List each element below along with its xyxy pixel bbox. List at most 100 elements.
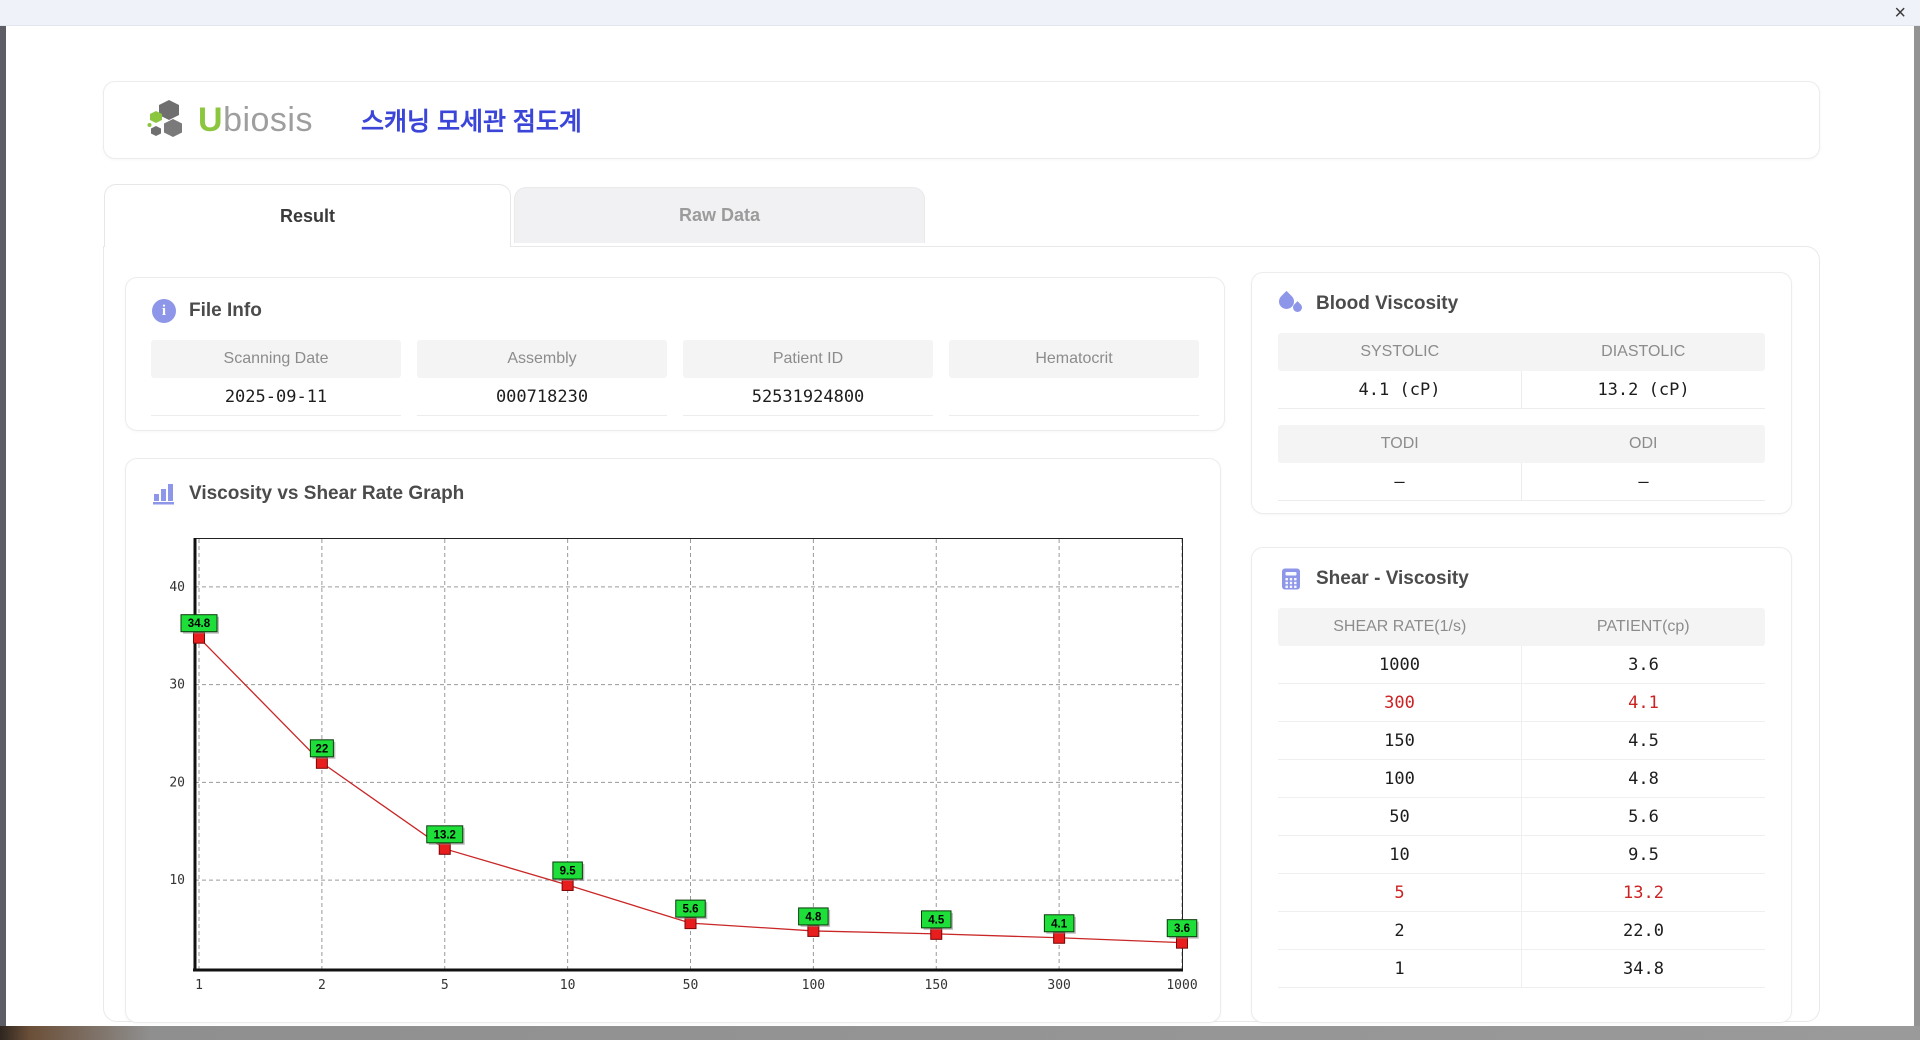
shear-table: SHEAR RATE(1/s) PATIENT(cp) 1000 3.6 300 4.… [1278, 608, 1765, 988]
patient-cp-cell: 4.1 [1628, 692, 1659, 713]
info-icon: i [151, 298, 177, 324]
file-info-title: File Info [189, 300, 262, 321]
water-drops-icon [1275, 290, 1304, 317]
file-info-fields: Scanning Date 2025-09-11 Assembly 000718230… [151, 340, 1199, 416]
app-window: × Ubiosis 스캐닝 모세관 점도계 Result Raw Data i … [0, 0, 1920, 1040]
shear-table-row: 2 22.0 [1278, 912, 1765, 950]
metric-header: SYSTOLIC [1360, 343, 1440, 360]
blood-viscosity-card: Blood Viscosity SYSTOLIC DIASTOLIC 4.1 (cP… [1251, 272, 1792, 514]
svg-text:150: 150 [925, 978, 948, 993]
patient-cp-cell: 3.6 [1628, 654, 1659, 675]
field-label: Hematocrit [949, 340, 1199, 378]
window-bottom-edge [0, 1026, 1920, 1040]
shear-rate-cell: 10 [1278, 836, 1522, 873]
blood-viscosity-title: Blood Viscosity [1316, 293, 1459, 314]
file-info-card: i File Info Scanning Date 2025-09-11 Assem… [125, 277, 1225, 431]
graph-title: Viscosity vs Shear Rate Graph [189, 483, 465, 504]
shear-table-header: SHEAR RATE(1/s) PATIENT(cp) [1278, 608, 1765, 646]
bar-chart-icon [151, 481, 177, 507]
shear-rate-cell: 1000 [1278, 646, 1522, 683]
patient-cp-cell: 22.0 [1623, 920, 1664, 941]
svg-text:9.5: 9.5 [560, 865, 577, 877]
shear-rate-cell: 50 [1278, 798, 1522, 835]
svg-text:1: 1 [195, 978, 203, 993]
window-left-edge [0, 16, 6, 1026]
svg-text:5: 5 [441, 978, 449, 993]
close-icon[interactable]: × [1894, 1, 1906, 25]
svg-text:13.2: 13.2 [434, 829, 456, 841]
file-info-field: Assembly 000718230 [417, 340, 667, 416]
svg-text:10: 10 [169, 873, 185, 888]
shear-table-row: 1 34.8 [1278, 950, 1765, 988]
metric-value: 4.1 (cP) [1278, 371, 1522, 408]
field-label: Patient ID [683, 340, 933, 378]
shear-table-row: 5 13.2 [1278, 874, 1765, 912]
blood-viscosity-tables: SYSTOLIC DIASTOLIC 4.1 (cP) 13.2 (cP) TODI OD… [1278, 333, 1765, 501]
field-label: Assembly [417, 340, 667, 378]
svg-text:4.8: 4.8 [805, 911, 822, 923]
svg-text:2: 2 [318, 978, 326, 993]
window-right-edge [1914, 26, 1920, 1026]
viscosity-chart: 1 2 5 10 50 100 150 300 1000 10 20 30 40 34.8 22 13.2 9.… [169, 538, 1199, 993]
shear-rate-cell: 1 [1278, 950, 1522, 987]
svg-text:10: 10 [560, 978, 576, 993]
field-value [949, 378, 1199, 416]
file-info-field: Scanning Date 2025-09-11 [151, 340, 401, 416]
graph-card: Viscosity vs Shear Rate Graph 1 2 5 10 50 100… [125, 458, 1221, 1023]
hexagon-cluster-icon [147, 100, 182, 137]
shear-rate-cell: 150 [1278, 722, 1522, 759]
svg-text:4.5: 4.5 [928, 914, 945, 926]
file-info-field: Patient ID 52531924800 [683, 340, 933, 416]
svg-text:20: 20 [169, 775, 185, 790]
svg-text:3.6: 3.6 [1174, 923, 1190, 935]
shear-rate-cell: 300 [1278, 684, 1522, 721]
shear-table-row: 50 5.6 [1278, 798, 1765, 836]
svg-text:50: 50 [683, 978, 699, 993]
blood-viscosity-table: TODI ODI – – [1278, 425, 1765, 501]
metric-header: ODI [1629, 435, 1658, 452]
metric-header: DIASTOLIC [1601, 343, 1686, 360]
svg-text:1000: 1000 [1166, 978, 1197, 993]
shear-col-header: SHEAR RATE(1/s) [1333, 618, 1467, 635]
patient-cp-cell: 4.8 [1628, 768, 1659, 789]
tab-result[interactable]: Result [104, 184, 511, 247]
metric-value: – [1278, 463, 1522, 500]
tab-raw-data[interactable]: Raw Data [514, 187, 925, 243]
patient-cp-cell: 9.5 [1628, 844, 1659, 865]
shear-viscosity-card: Shear - Viscosity SHEAR RATE(1/s) PATIEN… [1251, 547, 1792, 1023]
blood-viscosity-table: SYSTOLIC DIASTOLIC 4.1 (cP) 13.2 (cP) [1278, 333, 1765, 409]
svg-text:30: 30 [169, 678, 185, 693]
shear-rate-cell: 100 [1278, 760, 1522, 797]
shear-rate-cell: 2 [1278, 912, 1522, 949]
shear-table-row: 300 4.1 [1278, 684, 1765, 722]
shear-table-row: 10 9.5 [1278, 836, 1765, 874]
metric-value: – [1638, 471, 1649, 492]
svg-text:4.1: 4.1 [1051, 918, 1068, 930]
svg-text:22: 22 [315, 743, 328, 755]
header-card: Ubiosis 스캐닝 모세관 점도계 [103, 81, 1820, 159]
shear-rate-cell: 5 [1278, 874, 1522, 911]
brand-logo: Ubiosis [146, 98, 313, 142]
shear-table-row: 100 4.8 [1278, 760, 1765, 798]
metric-header: TODI [1380, 435, 1419, 452]
patient-cp-cell: 13.2 [1623, 882, 1664, 903]
metric-value: 13.2 (cP) [1597, 379, 1690, 400]
svg-text:34.8: 34.8 [188, 618, 211, 630]
shear-viscosity-title: Shear - Viscosity [1316, 568, 1469, 589]
field-value: 000718230 [417, 378, 667, 416]
file-info-field: Hematocrit [949, 340, 1199, 416]
window-titlebar: × [0, 0, 1920, 26]
svg-text:100: 100 [802, 978, 825, 993]
calculator-icon [1278, 566, 1304, 592]
patient-cp-cell: 5.6 [1628, 806, 1659, 827]
patient-cp-cell: 4.5 [1628, 730, 1659, 751]
brand-rest: biosis [223, 100, 313, 139]
field-value: 2025-09-11 [151, 378, 401, 416]
brand-name: Ubiosis [198, 101, 313, 140]
app-title-korean: 스캐닝 모세관 점도계 [361, 108, 582, 136]
shear-table-row: 150 4.5 [1278, 722, 1765, 760]
brand-letter-u: U [198, 100, 224, 139]
svg-text:5.6: 5.6 [683, 904, 699, 916]
field-value: 52531924800 [683, 378, 933, 416]
shear-table-row: 1000 3.6 [1278, 646, 1765, 684]
